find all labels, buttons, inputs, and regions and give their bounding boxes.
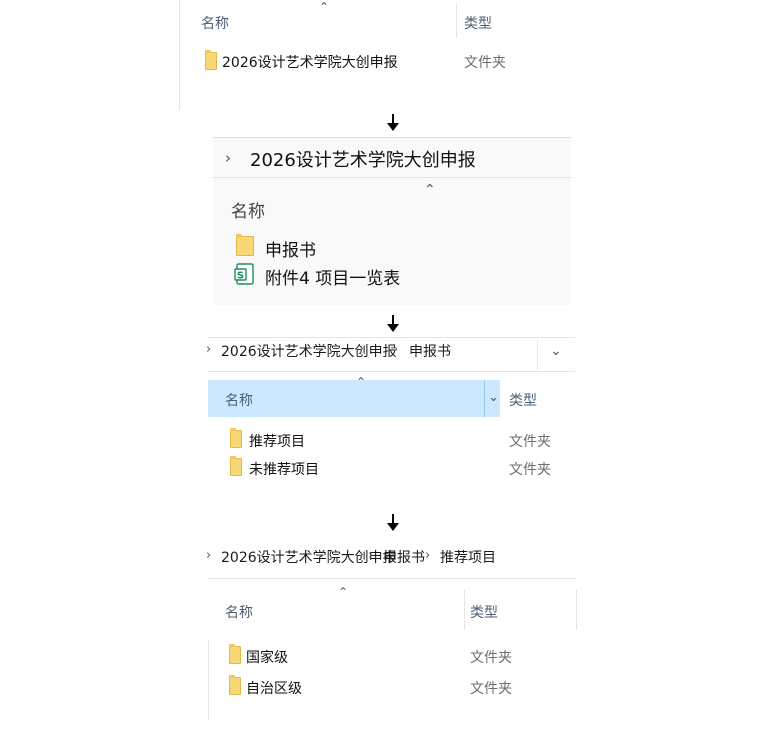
item-name: 2026设计艺术学院大创申报 xyxy=(222,55,398,71)
item-name: 附件4 项目一览表 xyxy=(265,269,401,289)
item-type: 文件夹 xyxy=(470,681,512,697)
item-name: 自治区级 xyxy=(246,681,302,697)
sort-up-icon: ⌃ xyxy=(424,182,436,198)
chevron-right-icon[interactable]: › xyxy=(393,342,398,357)
chevron-right-icon[interactable]: › xyxy=(206,548,211,563)
address-bar-border xyxy=(207,371,575,372)
address-bar-border xyxy=(207,578,577,579)
column-header-name[interactable]: 名称 xyxy=(201,13,229,33)
item-type: 文件夹 xyxy=(464,55,506,71)
item-name: 未推荐项目 xyxy=(249,462,319,478)
left-border xyxy=(179,0,180,110)
folder-icon xyxy=(230,428,242,448)
folder-icon xyxy=(205,50,217,70)
item-type: 文件夹 xyxy=(470,650,512,666)
chevron-down-icon[interactable]: ⌄ xyxy=(550,343,562,359)
down-arrow-icon xyxy=(387,114,399,132)
item-name: 推荐项目 xyxy=(249,434,305,450)
folder-icon xyxy=(236,234,254,256)
folder-icon xyxy=(229,675,241,695)
column-header-name[interactable]: 名称 xyxy=(231,197,265,222)
folder-icon xyxy=(230,456,242,476)
chevron-right-icon[interactable]: › xyxy=(225,149,231,167)
column-header-type[interactable]: 类型 xyxy=(470,602,498,622)
item-type: 文件夹 xyxy=(509,462,551,478)
down-arrow-icon xyxy=(387,315,399,333)
column-header-type[interactable]: 类型 xyxy=(464,13,492,33)
chevron-down-icon[interactable]: ⌄ xyxy=(488,390,499,405)
sort-up-icon: ⌃ xyxy=(356,375,367,389)
spreadsheet-icon: S xyxy=(234,263,254,285)
item-type: 文件夹 xyxy=(509,434,551,450)
column-divider[interactable] xyxy=(484,380,485,417)
breadcrumb-item[interactable]: 2026设计艺术学院大创申报 xyxy=(250,146,476,172)
top-border xyxy=(207,337,575,338)
folder-icon xyxy=(229,644,241,664)
divider xyxy=(537,340,538,370)
column-divider[interactable] xyxy=(576,590,577,630)
column-divider[interactable] xyxy=(464,590,465,630)
chevron-right-icon[interactable]: › xyxy=(425,548,430,563)
column-header-name[interactable]: 名称 xyxy=(225,602,253,622)
top-border xyxy=(213,137,571,138)
sort-up-icon: ⌃ xyxy=(338,585,349,599)
breadcrumb-item[interactable]: 申报书 xyxy=(409,341,451,361)
item-name: 申报书 xyxy=(265,241,316,261)
item-name: 国家级 xyxy=(246,650,288,666)
breadcrumb-item[interactable]: 申报书 xyxy=(383,547,425,567)
sort-up-icon: ⌃ xyxy=(319,0,330,14)
left-border xyxy=(208,640,209,720)
breadcrumb-item[interactable]: 2026设计艺术学院大创申报 xyxy=(221,341,397,361)
breadcrumb-item[interactable]: 推荐项目 xyxy=(440,547,496,567)
column-divider[interactable] xyxy=(456,4,457,38)
down-arrow-icon xyxy=(387,514,399,532)
chevron-right-icon[interactable]: › xyxy=(206,342,211,357)
address-bar-border xyxy=(213,177,571,178)
column-header-name[interactable]: 名称 xyxy=(225,390,253,410)
column-header-type[interactable]: 类型 xyxy=(509,390,537,410)
chevron-right-icon[interactable]: › xyxy=(368,548,373,563)
svg-text:S: S xyxy=(237,271,244,282)
